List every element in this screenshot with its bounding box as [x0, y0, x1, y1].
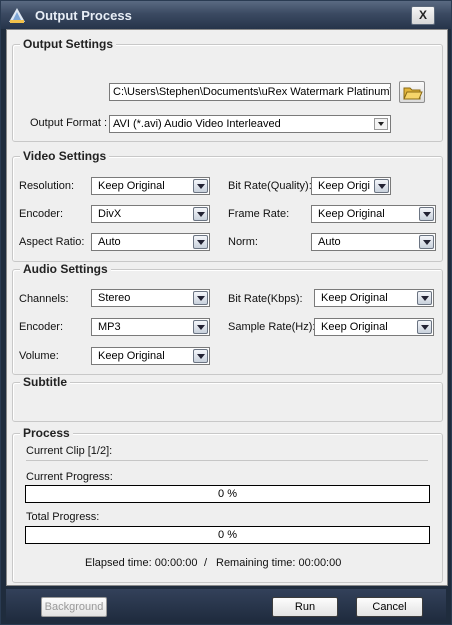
output-process-window: Output Process X Output Settings C:\User…	[0, 0, 452, 625]
resolution-select[interactable]: Keep Original	[91, 177, 210, 195]
folder-open-icon	[403, 87, 423, 100]
frame-rate-select[interactable]: Keep Original	[311, 205, 436, 223]
output-settings-group: Output Settings C:\Users\Stephen\Documen…	[12, 37, 443, 142]
window-title: Output Process	[35, 8, 132, 23]
remaining-time: Remaining time: 00:00:00	[216, 557, 342, 569]
current-progress-text: 0 %	[218, 488, 237, 500]
cancel-button[interactable]: Cancel	[356, 597, 423, 617]
audio-bitrate-value: Keep Original	[321, 292, 388, 304]
output-path-field[interactable]: C:\Users\Stephen\Documents\uRex Watermar…	[109, 83, 391, 101]
chevron-down-icon	[417, 291, 432, 305]
channels-value: Stereo	[98, 292, 131, 304]
chevron-down-icon	[193, 320, 208, 334]
video-encoder-value: DivX	[98, 208, 122, 220]
video-bitrate-select[interactable]: Keep Origi	[311, 177, 391, 195]
resolution-value: Keep Original	[98, 180, 165, 192]
browse-folder-button[interactable]	[399, 81, 425, 103]
elapsed-time: Elapsed time: 00:00:00	[85, 557, 198, 569]
sample-rate-value: Keep Original	[321, 321, 388, 333]
chevron-down-icon	[417, 320, 432, 334]
volume-value: Keep Original	[98, 350, 165, 362]
video-encoder-label: Encoder:	[19, 208, 64, 220]
chevron-down-icon	[193, 179, 208, 193]
output-settings-title: Output Settings	[20, 37, 116, 51]
background-button[interactable]: Background	[41, 597, 107, 617]
volume-label: Volume:	[19, 350, 59, 362]
output-format-select[interactable]: AVI (*.avi) Audio Video Interleaved	[109, 115, 391, 133]
total-progress-text: 0 %	[218, 529, 237, 541]
time-divider: /	[204, 557, 208, 569]
chevron-down-icon	[193, 349, 208, 363]
audio-settings-title: Audio Settings	[20, 262, 111, 276]
chevron-down-icon	[374, 118, 388, 130]
output-format-value: AVI (*.avi) Audio Video Interleaved	[113, 118, 281, 130]
chevron-down-icon	[193, 291, 208, 305]
total-progress-label: Total Progress:	[26, 511, 100, 523]
frame-rate-label: Frame Rate:	[228, 208, 290, 220]
output-path-value: C:\Users\Stephen\Documents\uRex Watermar…	[113, 86, 391, 98]
sample-rate-select[interactable]: Keep Original	[314, 318, 434, 336]
aspect-ratio-select[interactable]: Auto	[91, 233, 210, 251]
video-settings-title: Video Settings	[20, 149, 110, 163]
chevron-down-icon	[193, 207, 208, 221]
video-settings-group: Video Settings Resolution: Keep Original…	[12, 149, 443, 262]
volume-select[interactable]: Keep Original	[91, 347, 210, 365]
current-clip-label: Current Clip [1/2]:	[26, 445, 113, 457]
channels-label: Channels:	[19, 293, 69, 305]
chevron-down-icon	[419, 207, 434, 221]
subtitle-group: Subtitle	[12, 375, 443, 422]
app-logo-icon	[7, 6, 27, 24]
audio-bitrate-select[interactable]: Keep Original	[314, 289, 434, 307]
output-format-label: Output Format :	[30, 117, 108, 129]
aspect-ratio-label: Aspect Ratio:	[19, 236, 85, 248]
norm-value: Auto	[318, 236, 341, 248]
resolution-label: Resolution:	[19, 180, 75, 192]
total-progress-bar: 0 %	[25, 526, 430, 544]
audio-settings-group: Audio Settings Channels: Stereo Encoder:…	[12, 262, 443, 375]
title-bar[interactable]: Output Process X	[1, 1, 451, 29]
aspect-ratio-value: Auto	[98, 236, 121, 248]
sample-rate-label: Sample Rate(Hz):	[228, 321, 316, 333]
frame-rate-value: Keep Original	[318, 208, 385, 220]
process-divider	[26, 460, 428, 461]
video-bitrate-label: Bit Rate(Quality):	[228, 180, 312, 192]
audio-encoder-label: Encoder:	[19, 321, 64, 333]
current-progress-label: Current Progress:	[26, 471, 113, 483]
dialog-footer: Background Run Cancel	[6, 589, 446, 621]
video-encoder-select[interactable]: DivX	[91, 205, 210, 223]
video-bitrate-value: Keep Origi	[318, 180, 370, 192]
chevron-down-icon	[374, 179, 389, 193]
audio-encoder-select[interactable]: MP3	[91, 318, 210, 336]
audio-encoder-value: MP3	[98, 321, 121, 333]
norm-select[interactable]: Auto	[311, 233, 436, 251]
norm-label: Norm:	[228, 236, 258, 248]
channels-select[interactable]: Stereo	[91, 289, 210, 307]
audio-bitrate-label: Bit Rate(Kbps):	[228, 293, 303, 305]
run-button[interactable]: Run	[272, 597, 338, 617]
process-title: Process	[20, 426, 73, 440]
dialog-body: Output Settings C:\Users\Stephen\Documen…	[6, 29, 448, 586]
process-group: Process Current Clip [1/2]: Current Prog…	[12, 426, 443, 583]
close-button[interactable]: X	[411, 6, 435, 25]
chevron-down-icon	[193, 235, 208, 249]
chevron-down-icon	[419, 235, 434, 249]
subtitle-title: Subtitle	[20, 375, 70, 389]
current-progress-bar: 0 %	[25, 485, 430, 503]
